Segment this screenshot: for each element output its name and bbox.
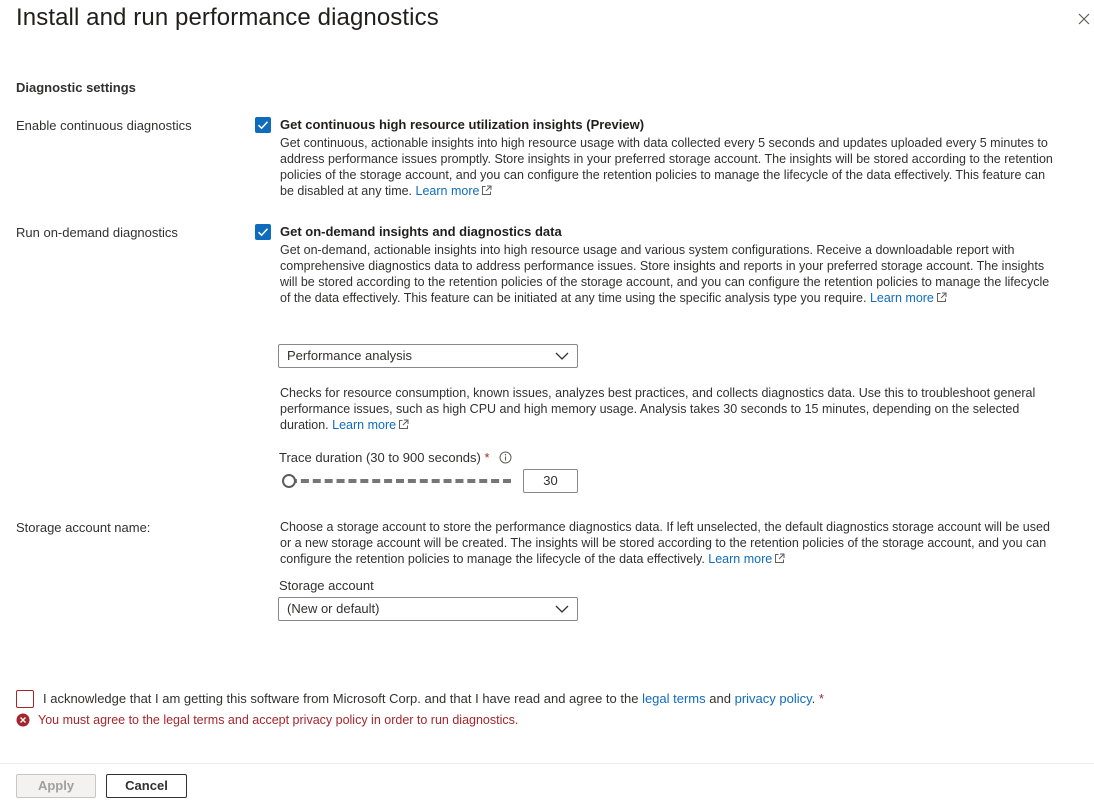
storage-description: Choose a storage account to store the pe… [280,519,1055,567]
acknowledge-error-message: You must agree to the legal terms and ac… [38,713,519,727]
acknowledge-checkbox[interactable] [16,690,34,708]
continuous-diagnostics-label: Enable continuous diagnostics [16,118,192,133]
section-title: Diagnostic settings [16,80,136,95]
ondemand-option-title: Get on-demand insights and diagnostics d… [280,224,562,239]
chevron-down-icon [555,352,569,360]
acknowledge-text: I acknowledge that I am getting this sof… [43,691,824,706]
storage-account-label: Storage account name: [16,520,151,535]
page-title: Install and run performance diagnostics [16,4,439,31]
trace-duration-input[interactable]: 30 [523,469,578,493]
trace-duration-slider-thumb[interactable] [282,474,296,488]
storage-account-field-label: Storage account [279,578,374,593]
storage-description-text: Choose a storage account to store the pe… [280,520,1050,566]
required-asterisk: * [484,450,490,465]
trace-duration-label: Trace duration (30 to 900 seconds) * [279,450,512,465]
checkmark-icon [257,121,269,130]
close-icon[interactable] [1076,11,1092,27]
ondemand-diagnostics-label: Run on-demand diagnostics [16,225,178,240]
continuous-diagnostics-checkbox[interactable] [255,117,271,133]
storage-account-value: (New or default) [287,601,380,616]
external-link-icon [399,419,409,429]
info-icon[interactable] [499,451,512,464]
continuous-description-text: Get continuous, actionable insights into… [280,136,1053,198]
external-link-icon [482,185,492,195]
continuous-description: Get continuous, actionable insights into… [280,135,1055,199]
ondemand-diagnostics-checkbox[interactable] [255,224,271,240]
storage-account-dropdown[interactable]: (New or default) [278,597,578,621]
continuous-option-title: Get continuous high resource utilization… [280,117,645,132]
ondemand-learn-more-link[interactable]: Learn more [870,291,947,305]
ondemand-description: Get on-demand, actionable insights into … [280,242,1055,306]
analysis-type-value: Performance analysis [287,348,412,363]
privacy-policy-link[interactable]: privacy policy [735,691,812,706]
analysis-description: Checks for resource consumption, known i… [280,385,1060,433]
trace-duration-slider-track[interactable] [289,479,511,483]
error-icon [16,713,30,732]
checkmark-icon [257,228,269,237]
external-link-icon [936,292,947,302]
analysis-type-dropdown[interactable]: Performance analysis [278,344,578,368]
chevron-down-icon [555,605,569,613]
legal-terms-link[interactable]: legal terms [642,691,706,706]
external-link-icon [775,553,785,563]
storage-learn-more-link[interactable]: Learn more [708,552,785,566]
continuous-learn-more-link[interactable]: Learn more [416,184,493,198]
required-asterisk: * [818,691,824,706]
footer-divider [0,763,1094,764]
apply-button[interactable]: Apply [16,774,96,798]
cancel-button[interactable]: Cancel [106,774,187,798]
analysis-learn-more-link[interactable]: Learn more [332,418,409,432]
